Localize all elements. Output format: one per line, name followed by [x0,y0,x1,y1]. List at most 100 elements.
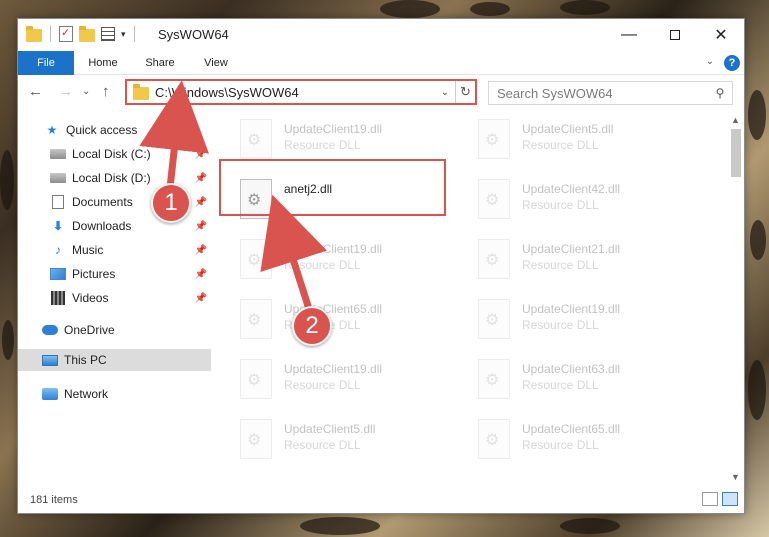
address-path[interactable]: C:\Windows\SysWOW64 [155,85,441,100]
file-item[interactable]: UpdateClient63.dll Resource DLL [478,355,708,407]
pin-icon[interactable]: 📌 [195,245,207,256]
background-spot [380,0,440,18]
file-name: UpdateClient42.dll [522,182,621,196]
title-bar: ▾ SysWOW64 — ✕ [18,19,744,51]
refresh-button[interactable]: ↻ [455,81,475,103]
file-type: Resource DLL [284,438,361,452]
tab-view[interactable]: View [192,51,240,75]
pin-icon[interactable]: 📌 [195,221,207,232]
tab-home[interactable]: Home [78,51,128,75]
dll-file-icon [240,299,272,339]
dll-file-icon [240,359,272,399]
pin-icon[interactable]: 📌 [195,293,207,304]
file-name: UpdateClient5.dll [522,122,614,136]
file-name: UpdateClient19.dll [284,122,383,136]
scrollbar-thumb[interactable] [731,129,741,177]
sidebar-item-local-disk-c[interactable]: Local Disk (C:) 📌 [18,143,211,165]
sidebar-item-label: Videos [72,291,109,305]
drive-icon [50,171,66,185]
pin-icon[interactable]: 📌 [195,149,207,160]
search-input[interactable]: Search SysWOW64 [497,86,708,101]
file-item[interactable]: UpdateClient19.dll Resource DLL [240,355,470,407]
chevron-down-icon[interactable]: ⌄ [441,87,449,98]
file-item[interactable]: UpdateClient65.dllResource DLL [478,415,708,467]
sidebar-item-label: Local Disk (C:) [72,147,151,161]
pin-icon[interactable]: 📌 [195,173,207,184]
large-icons-view-icon[interactable] [722,492,738,506]
sidebar-item-network[interactable]: Network [18,383,211,405]
file-type: Resource DLL [522,258,599,272]
highlight-anetj2 [219,159,446,216]
chevron-down-icon[interactable]: ⌄ [706,56,714,67]
back-button[interactable]: ← [28,83,43,100]
dll-file-icon [478,119,510,159]
address-bar[interactable]: C:\Windows\SysWOW64 ⌄ ↻ [125,79,477,105]
pin-icon[interactable]: 📌 [195,269,207,280]
help-icon[interactable]: ? [724,55,740,71]
new-folder-icon[interactable] [79,25,95,42]
step-badge-2: 2 [292,306,332,346]
properties-icon[interactable] [59,26,73,42]
file-name: UpdateClient5.dll [284,422,376,436]
dll-file-icon [478,179,510,219]
divider [50,26,51,42]
tab-share[interactable]: Share [135,51,185,75]
file-item[interactable]: UpdateClient19.dll Resource DLL [478,295,708,347]
forward-button[interactable]: → [58,83,73,100]
step-badge-1: 1 [151,183,191,223]
dll-file-icon [478,359,510,399]
background-spot [0,150,14,210]
ribbon-tabs: File Home Share View ⌄ ? [18,51,744,75]
recent-locations-button[interactable]: ⌄ [82,86,90,97]
sidebar-item-label: Quick access [66,123,138,137]
document-icon [50,195,66,209]
sidebar-item-pictures[interactable]: Pictures 📌 [18,263,211,285]
sidebar-item-label: Network [64,387,109,401]
navigation-pane: ★ Quick access Local Disk (C:) 📌 Local D… [18,111,211,485]
background-spot [470,2,510,16]
chevron-up-icon[interactable]: ▲ [727,111,744,128]
file-item[interactable]: UpdateClient5.dll Resource DLL [240,415,470,467]
sidebar-item-music[interactable]: ♪ Music 📌 [18,239,211,261]
download-icon: ⬇ [52,219,64,233]
minimize-icon: — [621,26,637,43]
file-item[interactable]: UpdateClient42.dll Resource DLL [478,175,708,227]
window-title: SysWOW64 [158,27,229,42]
dll-file-icon [478,299,510,339]
cloud-icon [42,323,58,337]
file-item[interactable]: UpdateClient5.dll Resource DLL [478,115,708,167]
maximize-button[interactable] [652,19,698,51]
file-name: UpdateClient19.dll [284,362,383,376]
network-icon [42,387,58,401]
sidebar-item-label: OneDrive [64,323,115,337]
search-box[interactable]: Search SysWOW64 ⚲ [488,81,733,105]
view-icon[interactable] [101,27,115,41]
minimize-button[interactable]: — [606,19,652,51]
sidebar-item-label: Local Disk (D:) [72,171,151,185]
background-spot [2,320,14,360]
tab-file[interactable]: File [18,51,74,75]
file-name: UpdateClient19.dll [522,302,621,316]
sidebar-item-videos[interactable]: Videos 📌 [18,287,211,309]
sidebar-item-quick-access[interactable]: ★ Quick access [18,119,211,141]
vertical-scrollbar[interactable]: ▲ ▼ [727,111,744,485]
file-item[interactable]: UpdateClient21.dll Resource DLL [478,235,708,287]
file-type: Resource DLL [284,258,361,272]
status-bar: 181 items [18,487,744,513]
chevron-down-icon[interactable]: ▾ [121,29,126,40]
file-type: Resource DLL [522,138,599,152]
close-button[interactable]: ✕ [698,19,744,51]
details-view-icon[interactable] [702,492,718,506]
chevron-down-icon[interactable]: ▼ [727,468,744,485]
sidebar-item-onedrive[interactable]: OneDrive [18,319,211,341]
file-type: Resource DLL [284,378,361,392]
folder-icon [133,84,149,100]
file-name: UpdateClient21.dll [522,242,621,256]
pin-icon[interactable]: 📌 [195,197,207,208]
sidebar-item-this-pc[interactable]: This PC [18,349,211,371]
up-button[interactable]: ↑ [102,83,110,100]
file-item[interactable]: UpdateClient19.dll Resource DLL [240,235,470,287]
background-spot [748,360,766,420]
file-item[interactable]: UpdateClient65.dllResource DLL [240,295,470,347]
search-icon[interactable]: ⚲ [708,86,732,100]
